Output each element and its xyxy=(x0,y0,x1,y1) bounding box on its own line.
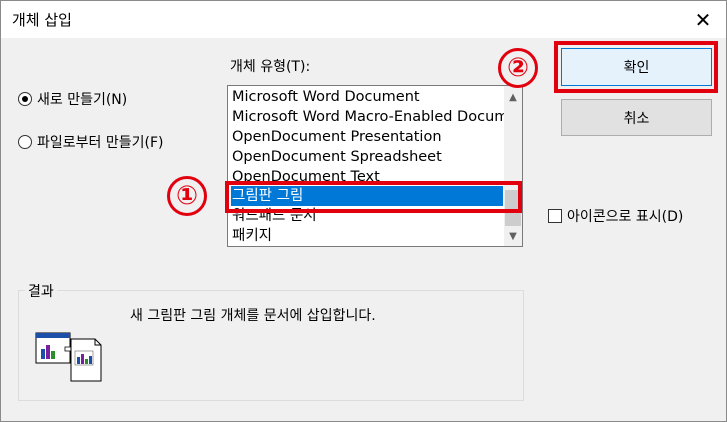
create-from-file-radio[interactable] xyxy=(18,135,32,149)
object-type-label: 개체 유형(T): xyxy=(230,59,311,75)
step2-marker: ② xyxy=(498,48,538,88)
embedded-object-icon xyxy=(35,332,102,382)
close-button[interactable]: ✕ xyxy=(680,1,726,38)
title-bar: 개체 삽입 ✕ xyxy=(1,1,726,38)
step1-marker: ① xyxy=(167,176,207,216)
list-item[interactable]: OpenDocument Presentation xyxy=(231,127,503,147)
list-item[interactable]: Microsoft Word Document xyxy=(231,87,503,107)
create-from-file-option[interactable]: 파일로부터 만들기(F) xyxy=(18,132,163,152)
insert-object-dialog: 개체 삽입 ✕ 새로 만들기(N) 파일로부터 만들기(F) 개체 유형(T):… xyxy=(0,0,727,422)
object-type-list[interactable]: Microsoft Word Document Microsoft Word M… xyxy=(227,85,523,247)
scroll-down-arrow-icon[interactable]: ▼ xyxy=(504,227,522,245)
display-as-icon-checkbox[interactable] xyxy=(548,209,562,223)
step1-highlight-box xyxy=(225,181,522,213)
cancel-button[interactable]: 취소 xyxy=(561,99,712,136)
scroll-up-arrow-icon[interactable]: ▲ xyxy=(504,88,522,106)
step2-highlight-box xyxy=(554,41,718,93)
result-group: 결과 새 그림판 그림 개체를 문서에 삽입합니다. xyxy=(18,281,524,401)
list-item[interactable]: Microsoft Word Macro-Enabled Docum xyxy=(231,107,508,127)
list-item[interactable]: 패키지 xyxy=(231,226,503,246)
list-scrollbar[interactable]: ▲ ▼ xyxy=(504,86,522,246)
display-as-icon-option[interactable]: 아이콘으로 표시(D) xyxy=(548,206,683,226)
display-as-icon-label: 아이콘으로 표시(D) xyxy=(567,209,684,225)
create-new-label: 새로 만들기(N) xyxy=(37,92,128,108)
result-label: 결과 xyxy=(25,281,57,301)
close-icon: ✕ xyxy=(694,7,712,32)
create-new-radio[interactable] xyxy=(18,92,32,106)
list-item[interactable]: OpenDocument Spreadsheet xyxy=(231,147,503,167)
create-from-file-label: 파일로부터 만들기(F) xyxy=(37,135,164,151)
dialog-title: 개체 삽입 xyxy=(12,11,72,29)
create-new-option[interactable]: 새로 만들기(N) xyxy=(18,89,127,109)
result-description: 새 그림판 그림 개체를 문서에 삽입합니다. xyxy=(130,308,376,324)
